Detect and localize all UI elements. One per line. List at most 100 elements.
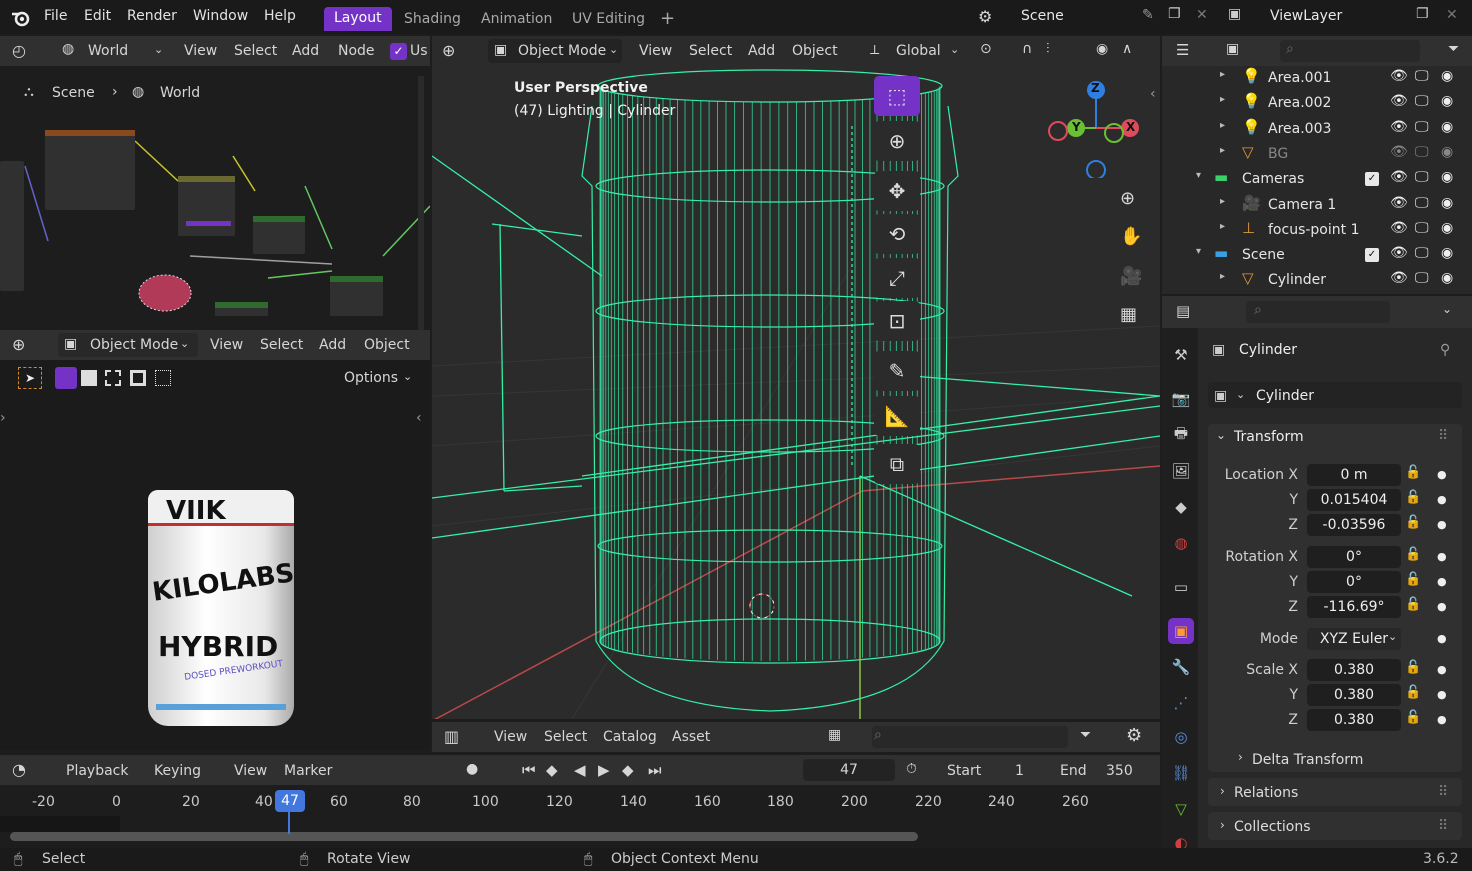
eye-icon[interactable]: 👁 — [1390, 195, 1408, 211]
sidebar-toggle-icon[interactable]: ‹ — [1150, 86, 1156, 102]
chevron-down-icon[interactable]: ⌄ — [950, 43, 959, 56]
expand-arrow-icon[interactable]: ▸ — [1220, 271, 1225, 282]
particles-tab-icon[interactable]: ⋰ — [1168, 690, 1194, 716]
expand-arrow-icon[interactable]: ▸ — [1220, 196, 1225, 207]
scale-x-field[interactable]: 0.380 — [1307, 659, 1401, 681]
chevron-down-icon[interactable]: ⌄ — [154, 43, 163, 56]
viewlayer-icon[interactable]: ▣ — [1228, 6, 1241, 22]
outliner-row-bg[interactable]: ▸ ▽ BG 👁 🖵 ◉ — [1162, 141, 1472, 166]
object-data-field[interactable] — [1208, 382, 1462, 408]
tab-layout[interactable]: Layout — [324, 7, 392, 31]
location-x-field[interactable]: 0 m — [1307, 464, 1401, 486]
gear-icon[interactable]: ⚙ — [1126, 725, 1142, 746]
pan-hand-icon[interactable]: ✋ — [1120, 226, 1142, 247]
keyframe-dot-icon[interactable]: ● — [1437, 468, 1447, 481]
lock-icon[interactable]: 🔓 — [1405, 710, 1421, 725]
menu-add[interactable]: Add — [319, 337, 346, 353]
outliner-row-area-002[interactable]: ▸ 💡 Area.002 👁 🖵 ◉ — [1162, 90, 1472, 115]
cursor-tool[interactable]: ⊕ — [874, 121, 920, 161]
keyframe-dot-icon[interactable]: ● — [1437, 663, 1447, 676]
camera-render-icon[interactable]: ◉ — [1441, 220, 1453, 236]
collapse-arrow-icon[interactable]: ‹ — [416, 410, 422, 426]
keyframe-dot-icon[interactable]: ● — [1437, 600, 1447, 613]
eye-icon[interactable]: 👁 — [1390, 220, 1408, 236]
monitor-icon[interactable]: 🖵 — [1415, 270, 1429, 286]
rotation-x-field[interactable]: 0° — [1307, 546, 1401, 568]
pivot-point-icon[interactable]: ⊙ — [980, 41, 992, 57]
outliner-row-cylinder[interactable]: ▸ ▽ Cylinder 👁 🖵 ◉ — [1162, 267, 1472, 292]
rotation-y-field[interactable]: 0° — [1307, 571, 1401, 593]
select-mode-invert-icon[interactable] — [130, 370, 146, 386]
editor-type-icon[interactable]: ◴ — [12, 41, 26, 60]
options-dropdown[interactable]: Options — [344, 370, 398, 386]
monitor-icon[interactable]: 🖵 — [1415, 195, 1429, 211]
eye-icon[interactable]: 👁 — [1390, 68, 1408, 84]
keyframe-dot-icon[interactable]: ● — [1437, 713, 1447, 726]
menu-edit[interactable]: Edit — [84, 8, 111, 24]
chevron-down-icon[interactable]: ⌄ — [1388, 630, 1397, 643]
rotation-mode-dropdown[interactable]: XYZ Euler — [1307, 628, 1401, 650]
modifier-tab-icon[interactable]: 🔧 — [1168, 654, 1194, 680]
select-mode-extend-icon[interactable] — [81, 370, 97, 386]
lock-icon[interactable]: 🔓 — [1405, 660, 1421, 675]
output-tab-icon[interactable]: 🖶 — [1168, 422, 1194, 448]
keyframe-dot-icon[interactable]: ● — [1437, 518, 1447, 531]
object-mode-dropdown[interactable]: Object Mode — [518, 43, 606, 59]
menu-object[interactable]: Object — [364, 337, 410, 353]
lock-icon[interactable]: 🔓 — [1405, 490, 1421, 505]
play-icon[interactable]: ▶ — [598, 761, 610, 779]
tab-uv-editing[interactable]: UV Editing — [562, 8, 655, 34]
lock-icon[interactable]: 🔓 — [1405, 515, 1421, 530]
expand-arrow-icon[interactable]: ▸ — [1220, 69, 1225, 80]
menu-select[interactable]: Select — [544, 729, 587, 745]
delta-transform-panel[interactable]: Delta Transform — [1252, 752, 1363, 768]
filter-icon[interactable]: ⏷ — [1080, 727, 1091, 743]
proportional-edit-icon[interactable]: ◉ — [1096, 41, 1108, 57]
move-tool[interactable]: ✥ — [874, 171, 920, 211]
select-mode-new-icon[interactable] — [55, 367, 77, 389]
close-viewlayer-icon[interactable]: ✕ — [1446, 7, 1458, 23]
lock-icon[interactable]: 🔓 — [1405, 547, 1421, 562]
display-mode-icon[interactable]: ▣ — [1226, 41, 1239, 57]
camera-render-icon[interactable]: ◉ — [1441, 144, 1453, 160]
close-scene-icon[interactable]: ✕ — [1196, 7, 1208, 23]
collection-tab-icon[interactable]: ▭ — [1168, 574, 1194, 600]
ortho-grid-icon[interactable]: ▦ — [1120, 304, 1137, 325]
drag-handle-icon[interactable]: ⠿ — [1438, 818, 1448, 834]
scene-selector[interactable]: Scene — [1021, 8, 1064, 24]
location-y-field[interactable]: 0.015404 — [1307, 489, 1401, 511]
camera-render-icon[interactable]: ◉ — [1441, 119, 1453, 135]
marker-menu[interactable]: Marker — [284, 763, 332, 779]
play-reverse-icon[interactable]: ◀ — [574, 761, 586, 779]
pin-icon[interactable]: ✎ — [1142, 7, 1154, 23]
menu-select[interactable]: Select — [689, 43, 732, 59]
collapse-arrow-icon[interactable]: ▾ — [1196, 246, 1201, 257]
playback-menu[interactable]: Playback — [66, 763, 128, 779]
scale-y-field[interactable]: 0.380 — [1307, 684, 1401, 706]
prev-keyframe-icon[interactable]: ◆ — [546, 761, 558, 779]
keyframe-dot-icon[interactable]: ● — [1437, 493, 1447, 506]
outliner-row-area-003[interactable]: ▸ 💡 Area.003 👁 🖵 ◉ — [1162, 116, 1472, 141]
outliner-row-focus-point-1[interactable]: ▸ ⊥ focus-point 1 👁 🖵 ◉ — [1162, 217, 1472, 242]
node-graph[interactable] — [0, 116, 430, 316]
chevron-down-icon[interactable]: ⌄ — [403, 370, 412, 383]
next-keyframe-icon[interactable]: ◆ — [622, 761, 634, 779]
current-frame-field[interactable]: 47 — [803, 759, 895, 781]
editor-type-icon[interactable]: ▤ — [1176, 302, 1190, 320]
data-tab-icon[interactable]: ▽ — [1168, 796, 1194, 822]
scale-tool[interactable]: ⤢ — [874, 258, 920, 298]
menu-file[interactable]: File — [44, 8, 67, 24]
menu-select[interactable]: Select — [260, 337, 303, 353]
properties-search-input[interactable] — [1246, 301, 1390, 323]
keying-menu[interactable]: Keying — [154, 763, 201, 779]
menu-add[interactable]: Add — [748, 43, 775, 59]
record-icon[interactable]: ● — [466, 761, 478, 777]
main-3d-viewport[interactable]: ⊕ ▣ Object Mode ⌄ View Select Add Object… — [432, 36, 1160, 719]
constraints-tab-icon[interactable]: ⛓ — [1168, 760, 1194, 786]
monitor-icon[interactable]: 🖵 — [1415, 68, 1429, 84]
collapse-arrow-icon[interactable]: ▾ — [1196, 170, 1201, 181]
scene-tab-icon[interactable]: ◆ — [1168, 494, 1194, 520]
clock-icon[interactable]: ⏱ — [906, 761, 917, 777]
expand-arrow-icon[interactable]: ▸ — [1220, 94, 1225, 105]
playhead-marker[interactable]: 47 — [275, 790, 305, 812]
